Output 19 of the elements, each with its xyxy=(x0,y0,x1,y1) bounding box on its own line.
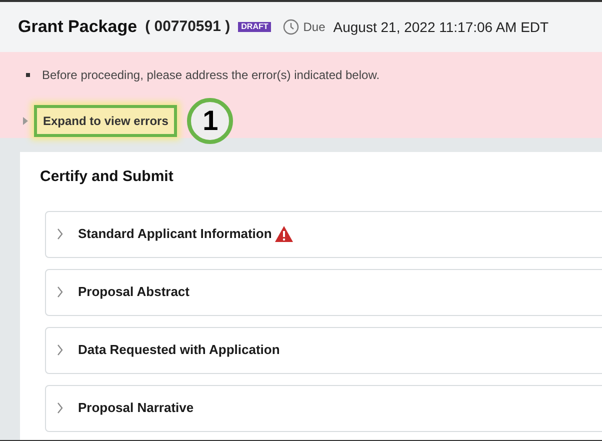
accordion-section[interactable]: Standard Applicant Information xyxy=(45,210,602,258)
callout-number: 1 xyxy=(187,98,234,144)
package-number: ( 00770591 ) xyxy=(145,16,230,37)
expand-errors-link[interactable]: Expand to view errors xyxy=(34,105,178,137)
section-title: Proposal Narrative xyxy=(78,399,194,418)
section-title: Standard Applicant Information xyxy=(78,225,272,244)
bullet-icon xyxy=(26,73,30,77)
page-title: Grant Package xyxy=(18,16,138,38)
section-title: Proposal Abstract xyxy=(78,283,190,302)
due-date: August 21, 2022 11:17:06 AM EDT xyxy=(333,18,549,37)
panel-title: Certify and Submit xyxy=(40,167,174,187)
due-label: Due xyxy=(303,19,326,36)
error-message: Before proceeding, please address the error(s) indicated below. xyxy=(42,67,380,84)
accordion-section[interactable]: Proposal Narrative xyxy=(45,384,602,432)
accordion-section[interactable]: Proposal Abstract xyxy=(45,268,602,316)
status-badge: DRAFT xyxy=(238,22,272,32)
section-title: Data Requested with Application xyxy=(78,341,280,360)
accordion-section[interactable]: Data Requested with Application xyxy=(45,326,602,374)
clock-icon xyxy=(283,19,300,35)
